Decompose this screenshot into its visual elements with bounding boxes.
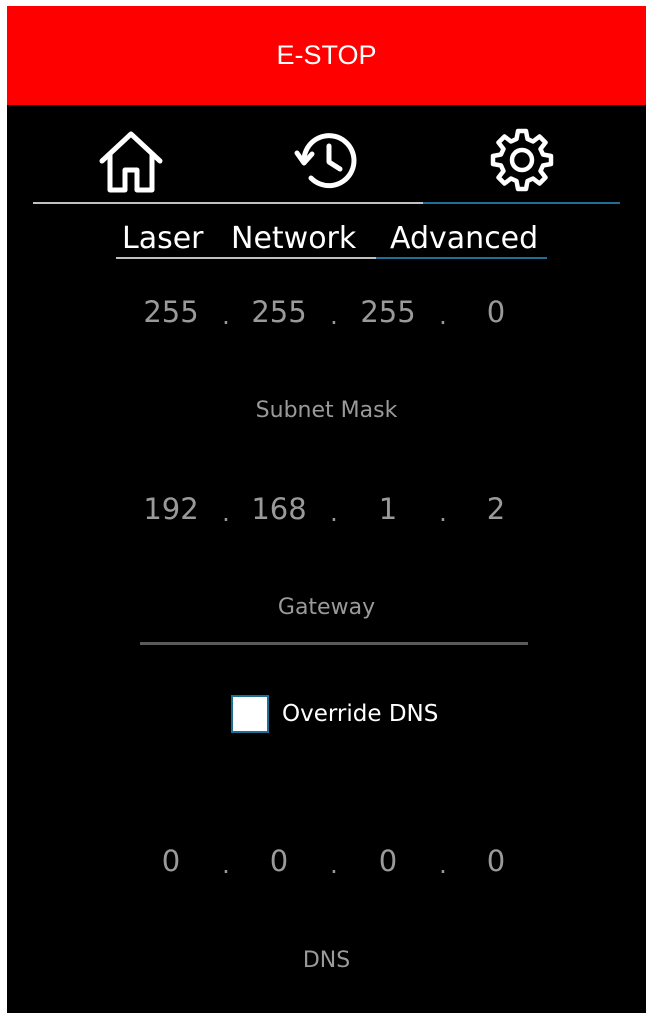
override-dns-checkbox[interactable] (231, 695, 269, 733)
octet-separator: . (330, 851, 338, 879)
octet-separator: . (439, 499, 447, 527)
subtab-network[interactable]: Network (231, 216, 356, 262)
nav-settings[interactable] (486, 126, 558, 196)
dns-label: DNS (302, 948, 351, 973)
home-icon (99, 131, 163, 193)
gateway-input: 192 . 168 . 1 . 2 (127, 487, 527, 531)
nav-history[interactable] (291, 126, 363, 196)
subtab-laser[interactable]: Laser (122, 216, 204, 262)
subnet-octet-2[interactable]: 255 (239, 290, 319, 334)
subnet-octet-3[interactable]: 255 (348, 290, 428, 334)
app-panel: E-STOP Laser Network Advanced 255 . 255 … (7, 6, 646, 1013)
override-dns-label[interactable]: Override DNS (282, 699, 438, 729)
section-divider (140, 642, 528, 645)
gateway-label: Gateway (277, 595, 376, 620)
subnet-mask-input: 255 . 255 . 255 . 0 (127, 290, 527, 334)
subtab-underline-inactive (116, 257, 376, 259)
dns-octet-2[interactable]: 0 (239, 839, 319, 883)
gateway-octet-2[interactable]: 168 (239, 487, 319, 531)
gateway-octet-4[interactable]: 2 (456, 487, 536, 531)
subnet-octet-1[interactable]: 255 (131, 290, 211, 334)
dns-octet-3[interactable]: 0 (348, 839, 428, 883)
octet-separator: . (222, 302, 230, 330)
history-icon (294, 133, 357, 189)
subtab-advanced[interactable]: Advanced (390, 216, 538, 262)
octet-separator: . (222, 851, 230, 879)
gear-icon (490, 128, 554, 192)
subnet-octet-4[interactable]: 0 (456, 290, 536, 334)
nav-underline-inactive (33, 202, 423, 204)
dns-octet-1[interactable]: 0 (131, 839, 211, 883)
subnet-mask-label: Subnet Mask (255, 398, 398, 423)
gateway-octet-3[interactable]: 1 (348, 487, 428, 531)
octet-separator: . (439, 851, 447, 879)
subtab-underline-active (376, 257, 547, 259)
dns-octet-4[interactable]: 0 (456, 839, 536, 883)
octet-separator: . (439, 302, 447, 330)
nav-home[interactable] (95, 126, 167, 196)
estop-button[interactable]: E-STOP (7, 6, 646, 105)
dns-input: 0 . 0 . 0 . 0 (127, 839, 527, 883)
octet-separator: . (330, 302, 338, 330)
nav-underline-active (423, 202, 620, 204)
gateway-octet-1[interactable]: 192 (131, 487, 211, 531)
octet-separator: . (330, 499, 338, 527)
octet-separator: . (222, 499, 230, 527)
